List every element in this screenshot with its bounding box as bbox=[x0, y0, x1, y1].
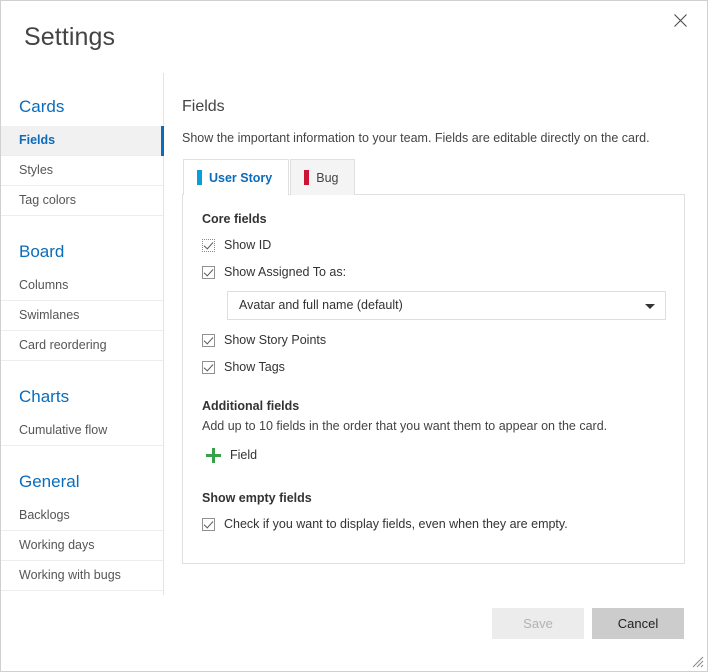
user-story-fields-panel: Core fields Show ID Show Assigned To as:… bbox=[182, 194, 685, 564]
sidebar-item-label: Styles bbox=[19, 163, 54, 177]
bug-color-swatch-icon bbox=[304, 170, 310, 185]
show-tags-row[interactable]: Show Tags bbox=[202, 359, 666, 376]
show-story-points-checkbox[interactable] bbox=[202, 334, 215, 347]
add-field-label: Field bbox=[230, 448, 258, 462]
core-fields-heading: Core fields bbox=[202, 212, 267, 226]
show-empty-fields-row[interactable]: Check if you want to display fields, eve… bbox=[202, 516, 666, 533]
sidebar-item-label: Swimlanes bbox=[19, 308, 80, 322]
plus-icon bbox=[206, 448, 221, 463]
sidebar-item-cumulative-flow[interactable]: Cumulative flow bbox=[1, 416, 163, 446]
nav-group-title: General bbox=[19, 472, 80, 491]
sidebar-item-label: Card reordering bbox=[19, 338, 107, 352]
chevron-down-icon bbox=[645, 303, 655, 309]
footer-button-group: Save Cancel bbox=[492, 608, 684, 639]
sidebar-item-working-with-bugs[interactable]: Working with bugs bbox=[1, 561, 163, 591]
sidebar-item-columns[interactable]: Columns bbox=[1, 271, 163, 301]
show-id-checkbox[interactable] bbox=[202, 239, 215, 252]
nav-group-board: Board Columns Swimlanes Card reordering bbox=[1, 238, 163, 361]
show-story-points-row[interactable]: Show Story Points bbox=[202, 332, 666, 349]
add-field-button[interactable]: Field bbox=[206, 447, 257, 464]
show-id-row[interactable]: Show ID bbox=[202, 237, 666, 254]
save-button[interactable]: Save bbox=[492, 608, 584, 639]
nav-group-title: Board bbox=[19, 242, 65, 261]
tab-label: Bug bbox=[316, 170, 339, 185]
show-id-label: Show ID bbox=[224, 238, 272, 252]
sidebar-item-label: Fields bbox=[19, 133, 56, 147]
page-title: Settings bbox=[24, 23, 116, 51]
additional-fields-description: Add up to 10 fields in the order that yo… bbox=[202, 419, 608, 433]
show-empty-fields-checkbox[interactable] bbox=[202, 518, 215, 531]
show-tags-label: Show Tags bbox=[224, 360, 285, 374]
show-story-points-label: Show Story Points bbox=[224, 333, 327, 347]
cancel-button[interactable]: Cancel bbox=[592, 608, 684, 639]
dialog-titlebar: Settings bbox=[1, 1, 707, 73]
nav-group-title: Cards bbox=[19, 97, 65, 116]
sidebar-item-card-reordering[interactable]: Card reordering bbox=[1, 331, 163, 361]
sidebar-item-label: Backlogs bbox=[19, 508, 70, 522]
tab-bug[interactable]: Bug bbox=[290, 159, 356, 195]
show-empty-fields-label: Check if you want to display fields, eve… bbox=[224, 517, 568, 531]
sidebar-item-tag-colors[interactable]: Tag colors bbox=[1, 186, 163, 216]
sidebar-item-backlogs[interactable]: Backlogs bbox=[1, 501, 163, 531]
sidebar-item-label: Cumulative flow bbox=[19, 423, 108, 437]
user-story-color-swatch-icon bbox=[197, 170, 202, 185]
additional-fields-heading: Additional fields bbox=[202, 399, 300, 413]
sidebar-item-label: Columns bbox=[19, 278, 69, 292]
assigned-to-display-select[interactable]: Avatar and full name (default) bbox=[227, 291, 666, 320]
sidebar-item-label: Working days bbox=[19, 538, 95, 552]
show-assigned-to-row[interactable]: Show Assigned To as: bbox=[202, 264, 666, 281]
sidebar-item-fields[interactable]: Fields bbox=[1, 126, 164, 156]
panel-description: Show the important information to your t… bbox=[182, 131, 650, 145]
sidebar-item-swimlanes[interactable]: Swimlanes bbox=[1, 301, 163, 331]
resize-grip-icon[interactable] bbox=[690, 654, 704, 668]
panel-title: Fields bbox=[182, 98, 225, 115]
settings-main-panel: Fields Show the important information to… bbox=[164, 73, 707, 595]
show-tags-checkbox[interactable] bbox=[202, 361, 215, 374]
sidebar-item-working-days[interactable]: Working days bbox=[1, 531, 163, 561]
dialog-content: Cards Fields Styles Tag colors Board Col… bbox=[1, 73, 707, 595]
tab-user-story[interactable]: User Story bbox=[183, 159, 290, 195]
sidebar-item-label: Working with bugs bbox=[19, 568, 121, 582]
nav-group-charts: Charts Cumulative flow bbox=[1, 383, 163, 446]
close-icon[interactable] bbox=[659, 3, 701, 37]
settings-dialog: Settings Cards Fields Styles Tag colors bbox=[0, 0, 708, 672]
nav-group-title: Charts bbox=[19, 387, 70, 406]
nav-group-cards: Cards Fields Styles Tag colors bbox=[1, 93, 164, 216]
work-item-type-tabs: User Story Bug bbox=[183, 159, 685, 195]
sidebar-item-styles[interactable]: Styles bbox=[1, 156, 163, 186]
show-empty-fields-heading: Show empty fields bbox=[202, 491, 312, 505]
show-assigned-to-label: Show Assigned To as: bbox=[224, 265, 347, 279]
show-assigned-to-checkbox[interactable] bbox=[202, 266, 215, 279]
dialog-footer: Save Cancel bbox=[1, 595, 707, 671]
tab-label: User Story bbox=[209, 170, 273, 185]
assigned-to-display-value: Avatar and full name (default) bbox=[239, 298, 403, 312]
settings-sidebar: Cards Fields Styles Tag colors Board Col… bbox=[1, 73, 164, 595]
nav-group-general: General Backlogs Working days Working wi… bbox=[1, 468, 163, 591]
sidebar-item-label: Tag colors bbox=[19, 193, 76, 207]
